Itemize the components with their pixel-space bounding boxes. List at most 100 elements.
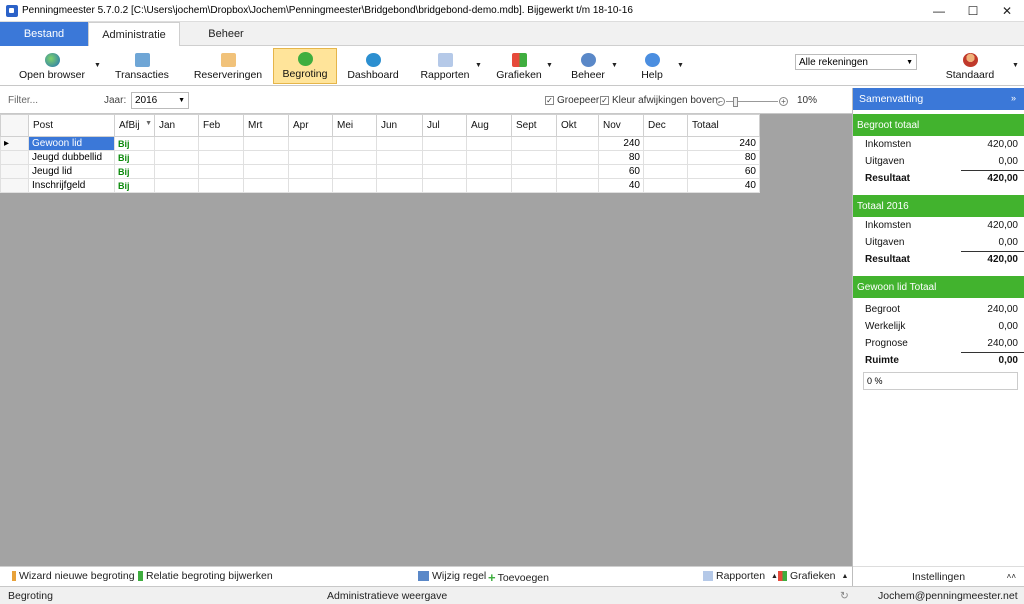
col-header-jun[interactable]: Jun	[376, 114, 423, 137]
cell-afbij[interactable]: Bij	[114, 178, 155, 193]
cell-mrt[interactable]	[243, 150, 289, 165]
account-select[interactable]: Alle rekeningen ▼	[795, 54, 917, 70]
rapporten-dropdown-icon[interactable]: ▼	[475, 62, 482, 69]
table-row[interactable]: Jeugd dubbellid Bij 80 80	[0, 150, 760, 165]
beheer-dropdown-icon[interactable]: ▼	[611, 62, 618, 69]
row-indicator[interactable]	[0, 164, 29, 179]
instellingen-button[interactable]: Instellingen ˄˄	[853, 566, 1024, 586]
cell-nov[interactable]: 80	[598, 150, 644, 165]
cell-okt[interactable]	[556, 136, 599, 151]
wizard-button[interactable]: Wizard nieuwe begroting	[12, 570, 135, 582]
cell-totaal[interactable]: 80	[687, 150, 760, 165]
cell-jul[interactable]	[422, 136, 467, 151]
plus-icon[interactable]: +	[779, 97, 788, 106]
cell-jan[interactable]	[154, 178, 199, 193]
percentage-slider[interactable]: − +	[716, 97, 788, 107]
cell-okt[interactable]	[556, 178, 599, 193]
cell-totaal[interactable]: 40	[687, 178, 760, 193]
grid-corner[interactable]	[0, 114, 29, 137]
cell-jul[interactable]	[422, 164, 467, 179]
cell-mrt[interactable]	[243, 136, 289, 151]
expand-up-icon[interactable]: ˄˄	[1007, 572, 1016, 581]
cell-feb[interactable]	[198, 136, 244, 151]
col-header-feb[interactable]: Feb	[198, 114, 244, 137]
filter-dropdown-icon[interactable]: ▼	[145, 120, 152, 127]
row-indicator[interactable]: ▸	[0, 136, 29, 151]
standaard-button[interactable]: Standaard	[944, 48, 996, 84]
dashboard-button[interactable]: Dashboard	[344, 48, 402, 84]
cell-aug[interactable]	[466, 164, 512, 179]
cell-feb[interactable]	[198, 164, 244, 179]
col-header-apr[interactable]: Apr	[288, 114, 333, 137]
cell-apr[interactable]	[288, 136, 333, 151]
cell-dec[interactable]	[643, 150, 688, 165]
cell-post[interactable]: Jeugd lid	[28, 164, 115, 179]
grafieken-bottom-button[interactable]: Grafieken ▲	[778, 570, 848, 582]
cell-dec[interactable]	[643, 178, 688, 193]
toevoegen-button[interactable]: + Toevoegen	[488, 570, 549, 585]
cell-nov[interactable]: 60	[598, 164, 644, 179]
relatie-button[interactable]: Relatie begroting bijwerken	[138, 570, 273, 582]
cell-nov[interactable]: 240	[598, 136, 644, 151]
transacties-button[interactable]: Transacties	[112, 48, 172, 84]
cell-mei[interactable]	[332, 136, 377, 151]
cell-afbij[interactable]: Bij	[114, 164, 155, 179]
standaard-dropdown-icon[interactable]: ▼	[1012, 62, 1019, 69]
cell-okt[interactable]	[556, 164, 599, 179]
tab-beheer[interactable]: Beheer	[180, 22, 272, 46]
cell-jan[interactable]	[154, 150, 199, 165]
close-button[interactable]: ✕	[990, 0, 1024, 22]
groepeer-checkbox[interactable]: ✓ Groepeer	[545, 95, 599, 106]
cell-dec[interactable]	[643, 164, 688, 179]
cell-nov[interactable]: 40	[598, 178, 644, 193]
cell-jan[interactable]	[154, 164, 199, 179]
rapporten-button[interactable]: Rapporten	[420, 48, 470, 84]
cell-sept[interactable]	[511, 136, 557, 151]
cell-post[interactable]: Inschrijfgeld	[28, 178, 115, 193]
begroting-button[interactable]: Begroting	[273, 48, 337, 84]
table-row[interactable]: Jeugd lid Bij 60 60	[0, 164, 760, 179]
cell-totaal[interactable]: 240	[687, 136, 760, 151]
cell-okt[interactable]	[556, 150, 599, 165]
cell-jul[interactable]	[422, 150, 467, 165]
col-header-sept[interactable]: Sept	[511, 114, 557, 137]
col-header-aug[interactable]: Aug	[466, 114, 512, 137]
tab-administratie[interactable]: Administratie	[88, 22, 180, 47]
col-header-totaal[interactable]: Totaal	[687, 114, 760, 137]
help-dropdown-icon[interactable]: ▼	[677, 62, 684, 69]
jaar-select[interactable]: 2016 ▼	[131, 92, 189, 109]
cell-apr[interactable]	[288, 164, 333, 179]
cell-mei[interactable]	[332, 178, 377, 193]
cell-aug[interactable]	[466, 178, 512, 193]
kleur-afwijkingen-checkbox[interactable]: ✓ Kleur afwijkingen boven:	[600, 95, 720, 106]
cell-mrt[interactable]	[243, 164, 289, 179]
filter-input[interactable]: Filter...	[6, 93, 96, 109]
row-indicator[interactable]	[0, 150, 29, 165]
cell-sept[interactable]	[511, 164, 557, 179]
col-header-dec[interactable]: Dec	[643, 114, 688, 137]
cell-sept[interactable]	[511, 150, 557, 165]
cell-aug[interactable]	[466, 136, 512, 151]
col-header-nov[interactable]: Nov	[598, 114, 644, 137]
cell-aug[interactable]	[466, 150, 512, 165]
cell-apr[interactable]	[288, 150, 333, 165]
table-row[interactable]: ▸ Gewoon lid Bij 240 240	[0, 136, 760, 151]
cell-mrt[interactable]	[243, 178, 289, 193]
cell-dec[interactable]	[643, 136, 688, 151]
cell-feb[interactable]	[198, 178, 244, 193]
table-row[interactable]: Inschrijfgeld Bij 40 40	[0, 178, 760, 193]
col-header-post[interactable]: Post	[28, 114, 115, 137]
wijzig-regel-button[interactable]: Wijzig regel	[418, 570, 486, 582]
cell-totaal[interactable]: 60	[687, 164, 760, 179]
minus-icon[interactable]: −	[716, 97, 725, 106]
refresh-icon[interactable]: ↻	[840, 590, 849, 602]
cell-jun[interactable]	[376, 164, 423, 179]
row-indicator[interactable]	[0, 178, 29, 193]
cell-afbij[interactable]: Bij	[114, 150, 155, 165]
cell-post[interactable]: Gewoon lid	[28, 136, 115, 151]
cell-sept[interactable]	[511, 178, 557, 193]
col-header-mrt[interactable]: Mrt	[243, 114, 289, 137]
reserveringen-button[interactable]: Reserveringen	[192, 48, 264, 84]
cell-apr[interactable]	[288, 178, 333, 193]
open-browser-button[interactable]: Open browser	[18, 48, 86, 84]
